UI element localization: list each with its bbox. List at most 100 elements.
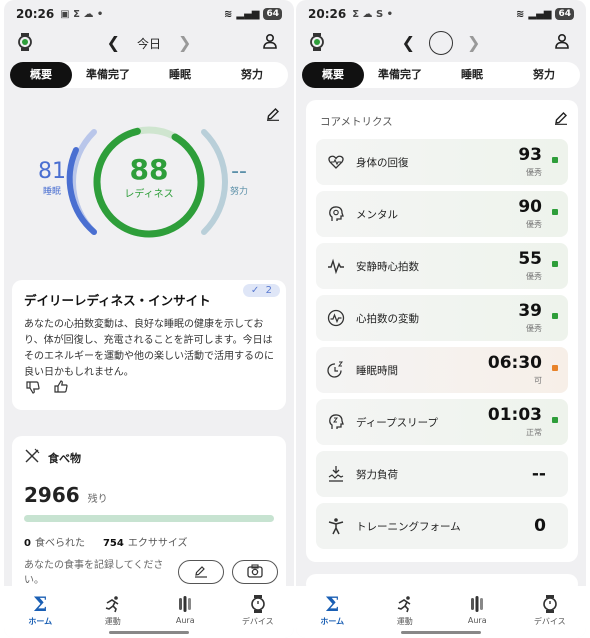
- sleep-label: 睡眠: [42, 187, 61, 197]
- device-watch-icon: [228, 594, 288, 614]
- status-bar: 20:26 ▣ Σ ☁ • ≋ ▂▄▆ 64: [4, 0, 294, 28]
- tab-overview[interactable]: 概要: [10, 62, 72, 88]
- watch-icon[interactable]: [18, 33, 32, 55]
- nav-aura-label: Aura: [175, 616, 195, 625]
- tab-sleep[interactable]: 睡眠: [144, 62, 216, 88]
- feedback-buttons: [26, 379, 68, 398]
- tab-overview[interactable]: 概要: [302, 62, 364, 88]
- left-screen: 20:26 ▣ Σ ☁ • ≋ ▂▄▆ 64 ❮ 今日 ❯ 概要 準備完了 睡眠…: [4, 0, 294, 638]
- tab-readiness[interactable]: 準備完了: [72, 62, 144, 88]
- system-icons: ≋ ▂▄▆ 64: [516, 8, 574, 20]
- food-card[interactable]: 食べ物 2966 残り 0 食べられた 754 エクササイズ あなたの食事を記録して…: [12, 436, 286, 596]
- food-header: 食べ物: [24, 448, 274, 467]
- sleep-clock-icon: [326, 360, 346, 380]
- aura-icon: [447, 594, 507, 614]
- metric-label: ディープスリープ: [356, 416, 439, 429]
- check-icon: ✓: [250, 285, 260, 296]
- metric-label: トレーニングフォーム: [356, 520, 461, 533]
- nav-aura[interactable]: Aura: [447, 594, 507, 625]
- prev-day-button[interactable]: ❮: [93, 33, 134, 53]
- insight-card[interactable]: デイリーレディネス・インサイト ✓ 2 あなたの心拍数変動は、良好な睡眠の健康を…: [12, 280, 286, 410]
- metric-label: 心拍数の変動: [356, 312, 419, 325]
- tab-effort[interactable]: 努力: [508, 62, 580, 88]
- watch-icon[interactable]: [310, 33, 324, 55]
- next-day-button[interactable]: ❯: [453, 33, 494, 53]
- notification-icons: Σ ☁ S •: [352, 8, 394, 20]
- metric-row-mental[interactable]: メンタル 90 優秀: [316, 191, 568, 237]
- metric-value: 01:03: [487, 405, 542, 425]
- metric-label: 睡眠時間: [356, 364, 398, 377]
- metric-value: --: [531, 464, 546, 484]
- nav-home[interactable]: Σ ホーム: [10, 592, 70, 627]
- effort-load-icon: [326, 464, 346, 484]
- metric-list: 身体の回復 93 優秀 メンタル 90 優秀 安静時心拍数 55 優秀 心拍数の…: [316, 139, 568, 549]
- exercise-stat: 754 エクササイズ: [103, 534, 188, 549]
- log-food-camera-button[interactable]: [232, 560, 278, 584]
- metric-status: 優秀: [526, 220, 542, 229]
- tab-readiness[interactable]: 準備完了: [364, 62, 436, 88]
- nav-aura[interactable]: Aura: [155, 594, 215, 625]
- heart-rate-circle-icon: [326, 308, 346, 328]
- metric-row-effort-load[interactable]: 努力負荷 --: [316, 451, 568, 497]
- next-day-button[interactable]: ❯: [164, 33, 205, 53]
- nav-device-label: デバイス: [533, 617, 566, 626]
- status-time: 20:26: [308, 7, 347, 21]
- date-loading-circle: [429, 31, 453, 55]
- insight-body: あなたの心拍数変動は、良好な睡眠の健康を示しており、体が回復し、充電されることを…: [24, 319, 274, 378]
- insight-read-badge[interactable]: ✓ 2: [242, 284, 280, 297]
- run-icon: [83, 594, 143, 614]
- nav-activity[interactable]: 運動: [83, 594, 143, 627]
- nav-aura-label: Aura: [467, 616, 487, 625]
- status-dot: [552, 417, 558, 423]
- nav-device[interactable]: デバイス: [228, 594, 288, 627]
- head-brain-icon: [326, 204, 346, 224]
- home-indicator: [401, 631, 481, 634]
- insight-badge-count: 2: [265, 285, 272, 296]
- metric-row-resting-hr[interactable]: 安静時心拍数 55 優秀: [316, 243, 568, 289]
- eaten-value: 0: [24, 538, 31, 549]
- metric-row-body-recovery[interactable]: 身体の回復 93 優秀: [316, 139, 568, 185]
- date-nav: ❮ 今日 ❯: [4, 30, 294, 56]
- effort-arc: [201, 129, 229, 235]
- food-log-prompt: あなたの食事を記録してください。: [24, 560, 164, 586]
- effort-metric[interactable]: -- 努力: [230, 160, 248, 198]
- metric-row-sleep-time[interactable]: 睡眠時間 06:30 可: [316, 347, 568, 393]
- current-date: 今日: [136, 36, 161, 51]
- nav-activity-label: 運動: [396, 617, 413, 626]
- calories-remaining: 2966 残り: [24, 483, 274, 507]
- system-icons: ≋ ▂▄▆ 64: [224, 8, 282, 20]
- nav-activity[interactable]: 運動: [375, 594, 435, 627]
- metric-label: 努力負荷: [356, 468, 398, 481]
- right-screen: 20:26 Σ ☁ S • ≋ ▂▄▆ 64 ❮ ❯ 概要 準備完了 睡眠 努力…: [296, 0, 586, 638]
- calories-remaining-value: 2966: [24, 483, 80, 507]
- sleep-arc-fill: [66, 147, 97, 235]
- thumbs-down-icon[interactable]: [26, 379, 40, 398]
- wifi-icon: ≋: [224, 8, 233, 20]
- tab-effort[interactable]: 努力: [216, 62, 288, 88]
- metric-row-hrv[interactable]: 心拍数の変動 39 優秀: [316, 295, 568, 341]
- food-title: 食べ物: [48, 451, 81, 465]
- prev-day-button[interactable]: ❮: [388, 33, 429, 53]
- exercise-value: 754: [102, 538, 124, 549]
- nav-device[interactable]: デバイス: [520, 594, 580, 627]
- metric-row-training-form[interactable]: トレーニングフォーム 0: [316, 503, 568, 549]
- thumbs-up-icon[interactable]: [54, 379, 68, 398]
- profile-icon[interactable]: [262, 33, 278, 53]
- notification-icons: ▣ Σ ☁ •: [60, 8, 104, 20]
- edit-pencil-icon[interactable]: [554, 110, 568, 129]
- eaten-label: 食べられた: [34, 538, 85, 549]
- readiness-score[interactable]: 88 レディネス: [99, 153, 199, 201]
- deep-sleep-head-icon: [326, 412, 346, 432]
- run-icon: [375, 594, 435, 614]
- metric-row-deep-sleep[interactable]: ディープスリープ 01:03 正常: [316, 399, 568, 445]
- exercise-label: エクササイズ: [127, 538, 188, 549]
- calories-remaining-label: 残り: [87, 494, 108, 505]
- profile-icon[interactable]: [554, 33, 570, 53]
- readiness-value: 88: [129, 153, 169, 186]
- sigma-icon: Σ: [33, 592, 48, 616]
- nav-home[interactable]: Σ ホーム: [302, 592, 362, 627]
- nav-device-label: デバイス: [241, 617, 274, 626]
- sleep-metric[interactable]: 81 睡眠: [38, 160, 66, 198]
- log-food-manual-button[interactable]: [178, 560, 224, 584]
- tab-sleep[interactable]: 睡眠: [436, 62, 508, 88]
